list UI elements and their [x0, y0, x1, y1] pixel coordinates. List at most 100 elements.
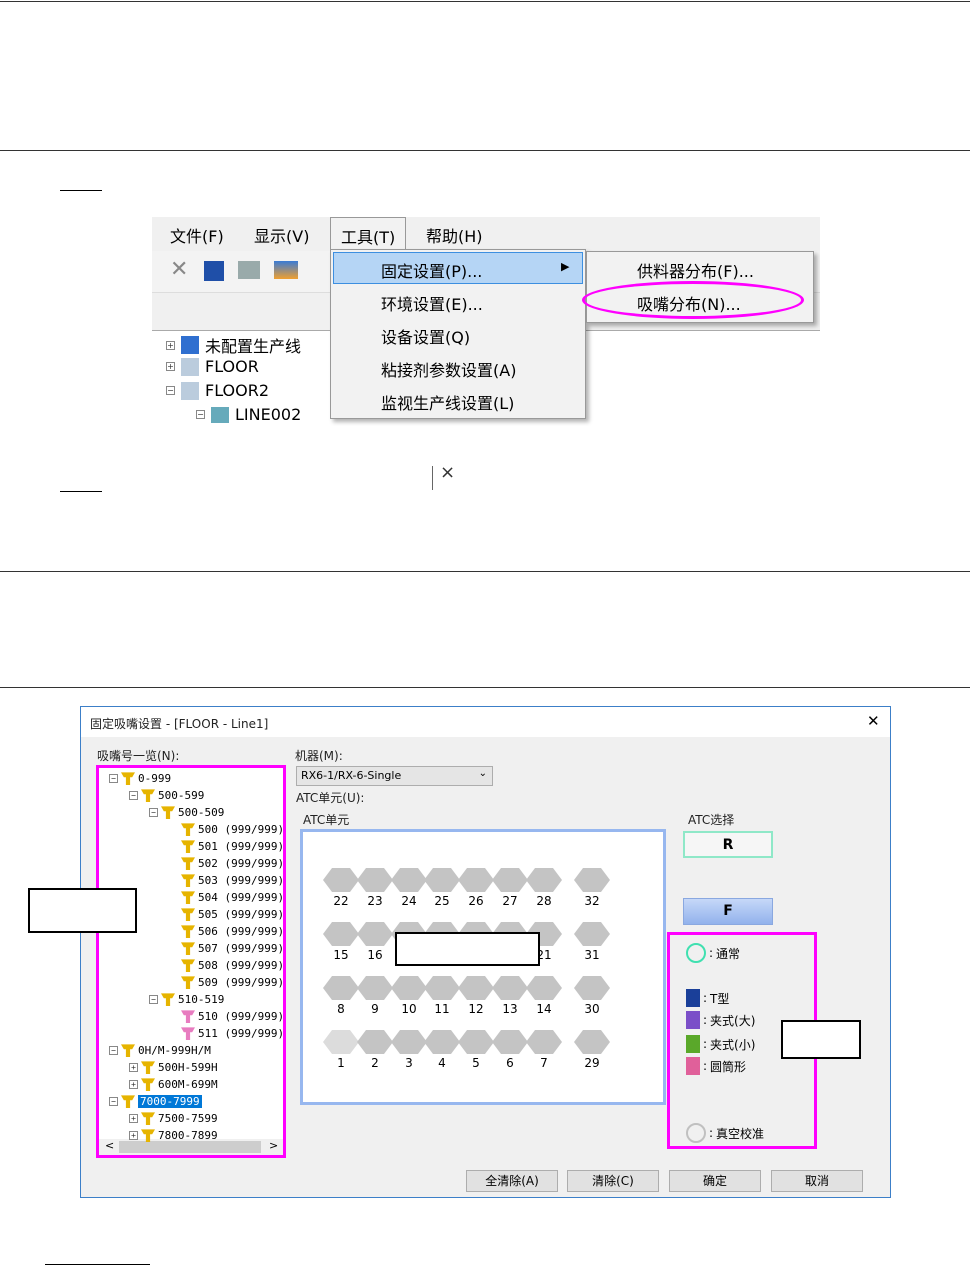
tree-item[interactable]: − FLOOR2: [166, 381, 269, 400]
tree-node[interactable]: 503 (999/999): [169, 872, 283, 888]
atc-slot[interactable]: [574, 922, 610, 946]
atc-slot[interactable]: [492, 868, 528, 892]
atc-slot[interactable]: [391, 976, 427, 1000]
atc-slot[interactable]: [424, 1030, 460, 1054]
atc-slot[interactable]: [458, 868, 494, 892]
atc-slot[interactable]: [323, 1030, 359, 1054]
tree-node[interactable]: − 0H/M-999H/M: [109, 1042, 211, 1058]
menu-file[interactable]: 文件(F): [170, 223, 224, 247]
menu-item-adhesive[interactable]: 粘接剂参数设置(A): [381, 357, 516, 381]
tree-item[interactable]: + 未配置生产线: [166, 333, 301, 357]
atc-slot[interactable]: [526, 976, 562, 1000]
nozzle-icon: [121, 1044, 135, 1057]
atc-f-button[interactable]: F: [683, 898, 773, 925]
menu-item-environment[interactable]: 环境设置(E)...: [381, 291, 483, 315]
nozzle-type-icon: [686, 1035, 700, 1053]
atc-slot[interactable]: [574, 976, 610, 1000]
menu-item-fixed-settings[interactable]: 固定设置(P)...: [381, 258, 482, 282]
atc-slot[interactable]: [357, 976, 393, 1000]
collapse-icon[interactable]: −: [109, 773, 118, 783]
clear-all-button[interactable]: 全清除(A): [466, 1170, 558, 1192]
atc-slot[interactable]: [391, 868, 427, 892]
expand-icon[interactable]: +: [129, 1062, 138, 1072]
atc-slot[interactable]: [574, 868, 610, 892]
legend-item: : T型: [686, 989, 729, 1007]
atc-slot[interactable]: [458, 1030, 494, 1054]
atc-slot[interactable]: [458, 976, 494, 1000]
atc-slot[interactable]: [391, 1030, 427, 1054]
menu-help[interactable]: 帮助(H): [426, 223, 483, 247]
menu-view[interactable]: 显示(V): [254, 223, 309, 247]
atc-slot[interactable]: [574, 1030, 610, 1054]
atc-slot[interactable]: [492, 976, 528, 1000]
nozzle-type-icon: [686, 1011, 700, 1029]
atc-slot[interactable]: [424, 976, 460, 1000]
tree-node[interactable]: +500H-599H: [129, 1059, 218, 1075]
atc-slot[interactable]: [323, 922, 359, 946]
collapse-icon[interactable]: −: [149, 994, 158, 1004]
clear-button[interactable]: 清除(C): [567, 1170, 659, 1192]
tree-node[interactable]: 505 (999/999): [169, 906, 283, 922]
tree-node[interactable]: − 510-519: [149, 991, 224, 1007]
scroll-right-icon[interactable]: >: [269, 1139, 278, 1152]
atc-slot[interactable]: [323, 976, 359, 1000]
tree-node[interactable]: 502 (999/999): [169, 855, 283, 871]
menu-item-equipment[interactable]: 设备设置(Q): [381, 324, 470, 348]
tree-node[interactable]: 506 (999/999): [169, 923, 283, 939]
tree-node[interactable]: 509 (999/999): [169, 974, 283, 990]
expand-icon[interactable]: +: [129, 1130, 138, 1140]
tree-item[interactable]: + FLOOR: [166, 357, 259, 376]
tree-node[interactable]: +7800-7899: [129, 1127, 218, 1143]
expand-icon[interactable]: +: [129, 1079, 138, 1089]
collapse-icon[interactable]: −: [109, 1045, 118, 1055]
close-button[interactable]: ✕: [867, 712, 880, 730]
atc-slot[interactable]: [526, 868, 562, 892]
tree-node[interactable]: − 500-599: [129, 787, 204, 803]
machine-select[interactable]: RX6-1/RX-6-Single ⌄: [296, 766, 493, 786]
atc-slot[interactable]: [357, 868, 393, 892]
scroll-left-icon[interactable]: <: [105, 1139, 114, 1152]
atc-r-button[interactable]: R: [683, 831, 773, 858]
delete-icon[interactable]: ✕: [170, 257, 188, 282]
tree-node[interactable]: 500 (999/999): [169, 821, 283, 837]
collapse-icon[interactable]: −: [109, 1096, 118, 1106]
rule: [0, 150, 970, 151]
nozzle-icon: [181, 908, 195, 921]
tree-node[interactable]: − 7000-7999: [109, 1093, 202, 1109]
atc-slot[interactable]: [357, 1030, 393, 1054]
line-icon[interactable]: [274, 261, 298, 279]
collapse-icon[interactable]: −: [149, 807, 158, 817]
ok-button[interactable]: 确定: [669, 1170, 761, 1192]
print-icon[interactable]: [238, 261, 260, 279]
atc-slot[interactable]: [323, 868, 359, 892]
tree-node[interactable]: 508 (999/999): [169, 957, 283, 973]
tree-node[interactable]: − 0-999: [109, 770, 171, 786]
tree-node[interactable]: 501 (999/999): [169, 838, 283, 854]
tree-node[interactable]: − 500-509: [149, 804, 224, 820]
callout-box: [781, 1020, 861, 1059]
tree-node[interactable]: 510 (999/999): [169, 1008, 283, 1024]
expand-icon[interactable]: +: [129, 1113, 138, 1123]
tree-item[interactable]: − LINE002: [196, 405, 301, 424]
tree-node[interactable]: 504 (999/999): [169, 889, 283, 905]
menu-item-feeder-distribution[interactable]: 供料器分布(F)...: [637, 258, 754, 282]
collapse-icon[interactable]: −: [129, 790, 138, 800]
atc-slot-label: 12: [468, 1002, 484, 1016]
atc-group-title: ATC单元: [303, 813, 350, 827]
atc-slot[interactable]: [357, 922, 393, 946]
menu-item-monitor-line[interactable]: 监视生产线设置(L): [381, 390, 514, 414]
tree-node[interactable]: 511 (999/999): [169, 1025, 283, 1041]
atc-slot[interactable]: [526, 1030, 562, 1054]
nozzle-icon: [121, 1095, 135, 1108]
nozzle-type-icon: [686, 989, 700, 1007]
legend-item: : 夹式(大): [686, 1011, 755, 1029]
tree-node[interactable]: +7500-7599: [129, 1110, 218, 1126]
tree-node[interactable]: +600M-699M: [129, 1076, 218, 1092]
menu-tools[interactable]: 工具(T): [330, 217, 407, 251]
tree-node[interactable]: 507 (999/999): [169, 940, 283, 956]
nozzle-tree[interactable]: < > −0-999−500-599−500-509 500 (999/999) 5…: [96, 765, 286, 1158]
atc-slot[interactable]: [424, 868, 460, 892]
atc-slot[interactable]: [492, 1030, 528, 1054]
cancel-button[interactable]: 取消: [771, 1170, 863, 1192]
save-icon[interactable]: [204, 261, 224, 281]
